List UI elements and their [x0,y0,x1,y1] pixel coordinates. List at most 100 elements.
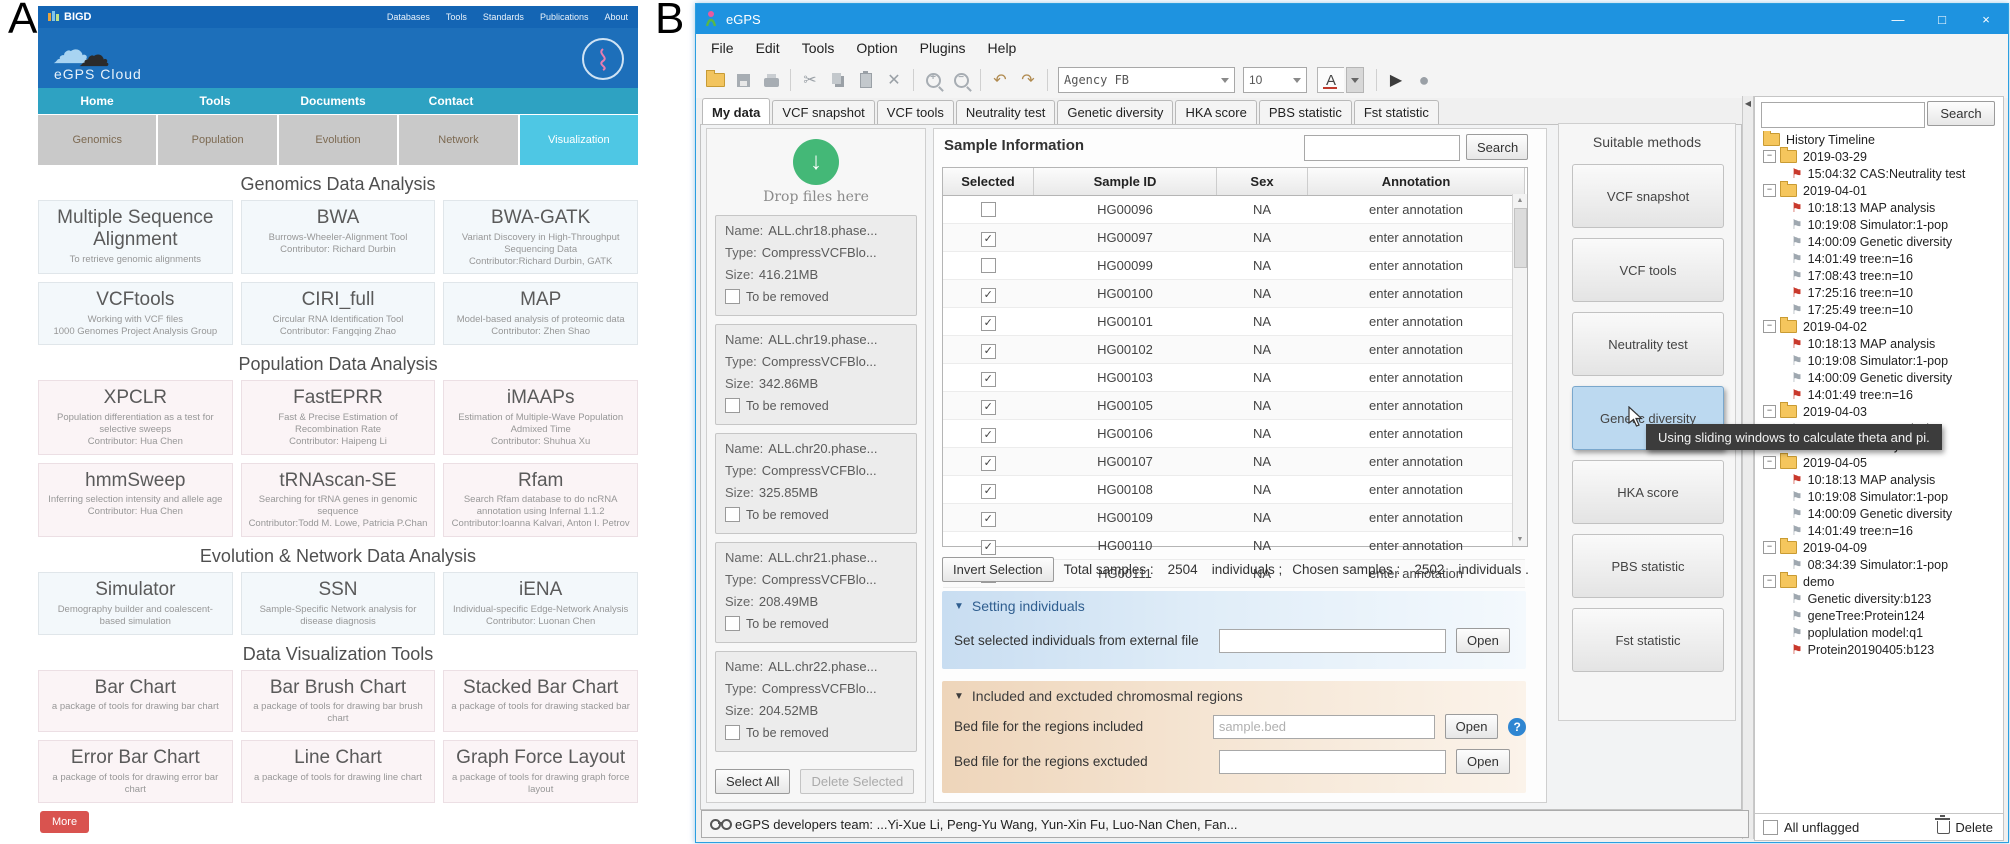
more-button[interactable]: More [40,811,89,833]
tree-root[interactable]: History Timeline [1757,131,2001,148]
font-color-dropdown[interactable] [1346,67,1364,93]
stop-icon[interactable]: ● [1411,67,1437,93]
row-checkbox[interactable]: ✓ [981,428,996,443]
tab-genetic-diversity[interactable]: Genetic diversity [1057,100,1173,125]
delete-selected-button[interactable]: Delete Selected [800,769,914,794]
method-fst-statistic[interactable]: Fst statistic [1572,608,1724,672]
annotation-cell[interactable]: enter annotation [1308,280,1525,308]
collapse-arrow-icon[interactable]: ▼ [954,691,964,702]
external-file-input[interactable] [1219,629,1446,653]
tree-item[interactable]: ⚑15:04:32 CAS:Neutrality test [1757,165,2001,182]
expander-icon[interactable]: − [1763,405,1776,418]
undo-icon[interactable]: ↶ [987,67,1013,93]
tool-card[interactable]: Line Charta package of tools for drawing… [241,740,436,803]
bigd-brand[interactable]: BIGD [48,11,92,23]
tool-card[interactable]: VCFtoolsWorking with VCF files1000 Genom… [38,282,233,345]
tree-item[interactable]: ⚑14:01:49 tree:n=16 [1757,250,2001,267]
tree-item[interactable]: ⚑10:19:08 Simulator:1-pop [1757,488,2001,505]
column-header-annotation[interactable]: Annotation [1308,168,1525,196]
column-header-sex[interactable]: Sex [1217,168,1308,196]
nav-item-tools[interactable]: Tools [156,94,274,108]
expander-icon[interactable]: − [1763,320,1776,333]
tool-card[interactable]: MAPModel-based analysis of proteomic dat… [443,282,638,345]
topbar-menu-item[interactable]: Standards [483,12,524,22]
maximize-button[interactable]: □ [1920,4,1964,34]
font-family-select[interactable]: Agency FB [1058,67,1235,93]
to-be-removed-checkbox[interactable] [725,507,740,522]
tool-card[interactable]: XPCLRPopulation differentiation as a tes… [38,380,233,454]
tool-card[interactable]: Bar Charta package of tools for drawing … [38,670,233,733]
tab-vcf-snapshot[interactable]: VCF snapshot [772,100,874,125]
column-header-sample-id[interactable]: Sample ID [1034,168,1217,196]
to-be-removed-checkbox[interactable] [725,398,740,413]
tool-card[interactable]: tRNAscan-SESearching for tRNA genes in g… [241,463,436,537]
tab-pbs-statistic[interactable]: PBS statistic [1259,100,1352,125]
select-all-button[interactable]: Select All [715,769,790,794]
row-checkbox[interactable]: ✓ [981,400,996,415]
tree-group[interactable]: −2019-04-03 [1757,403,2001,420]
tree-item[interactable]: ⚑08:34:39 Simulator:1-pop [1757,556,2001,573]
tool-card[interactable]: SSNSample-Specific Network analysis for … [241,572,436,635]
tab-neutrality-test[interactable]: Neutrality test [956,100,1055,125]
region-bed-input[interactable] [1219,750,1446,774]
tab-hka-score[interactable]: HKA score [1175,100,1256,125]
tree-item[interactable]: ⚑17:08:43 tree:n=10 [1757,267,2001,284]
sample-search-button[interactable]: Search [1466,134,1528,160]
row-checkbox[interactable]: ✓ [981,512,996,527]
copy-icon[interactable] [825,67,851,93]
tool-card[interactable]: hmmSweepInferring selection intensity an… [38,463,233,537]
scroll-up-icon[interactable]: ▲ [1513,194,1527,207]
redo-icon[interactable]: ↷ [1015,67,1041,93]
annotation-cell[interactable]: enter annotation [1308,364,1525,392]
trash-icon[interactable] [1937,821,1950,834]
row-checkbox[interactable]: ✓ [981,316,996,331]
menu-file[interactable]: File [700,40,745,56]
row-checkbox[interactable] [981,202,996,217]
close-button[interactable]: × [1964,4,2008,34]
tree-item[interactable]: ⚑poplulation model:q1 [1757,624,2001,641]
tree-group[interactable]: −2019-04-05 [1757,454,2001,471]
tree-item[interactable]: ⚑14:00:09 Genetic diversity [1757,369,2001,386]
run-icon[interactable]: ▶ [1383,67,1409,93]
expander-icon[interactable]: − [1763,575,1776,588]
tool-card[interactable]: Graph Force Layouta package of tools for… [443,740,638,803]
scroll-thumb[interactable] [1514,208,1527,268]
tool-card[interactable]: CIRI_fullCircular RNA Identification Too… [241,282,436,345]
scroll-down-icon[interactable]: ▼ [1513,533,1527,546]
nav-item-contact[interactable]: Contact [392,94,510,108]
invert-selection-button[interactable]: Invert Selection [942,557,1054,582]
row-checkbox[interactable] [981,258,996,273]
tab-my-data[interactable]: My data [702,98,770,125]
history-search-button[interactable]: Search [1927,101,1995,126]
topbar-menu-item[interactable]: Tools [446,12,467,22]
to-be-removed-checkbox[interactable] [725,725,740,740]
expander-icon[interactable]: − [1763,184,1776,197]
region-bed-input[interactable] [1213,715,1435,739]
row-checkbox[interactable]: ✓ [981,484,996,499]
menu-tools[interactable]: Tools [791,40,846,56]
tab-population[interactable]: Population [158,115,276,165]
tool-card[interactable]: Multiple Sequence AlignmentTo retrieve g… [38,200,233,274]
save-icon[interactable] [730,67,756,93]
zoom-in-icon[interactable]: + [920,67,946,93]
zoom-out-icon[interactable]: − [948,67,974,93]
row-checkbox[interactable]: ✓ [981,456,996,471]
row-checkbox[interactable]: ✓ [981,344,996,359]
annotation-cell[interactable]: enter annotation [1308,224,1525,252]
panel-splitter[interactable]: ◀ [1742,96,1754,839]
annotation-cell[interactable]: enter annotation [1308,308,1525,336]
row-checkbox[interactable]: ✓ [981,288,996,303]
topbar-menu-item[interactable]: About [604,12,628,22]
tree-item[interactable]: ⚑17:25:16 tree:n=10 [1757,284,2001,301]
tool-card[interactable]: iMAAPsEstimation of Multiple-Wave Popula… [443,380,638,454]
history-search-input[interactable] [1761,102,1925,128]
column-header-selected[interactable]: Selected [943,168,1034,196]
tree-item[interactable]: ⚑geneTree:Protein124 [1757,607,2001,624]
method-vcf-tools[interactable]: VCF tools [1572,238,1724,302]
tree-item[interactable]: ⚑14:00:09 Genetic diversity [1757,505,2001,522]
tree-group[interactable]: −2019-03-29 [1757,148,2001,165]
tool-card[interactable]: SimulatorDemography builder and coalesce… [38,572,233,635]
method-neutrality-test[interactable]: Neutrality test [1572,312,1724,376]
to-be-removed-checkbox[interactable] [725,289,740,304]
nav-item-documents[interactable]: Documents [274,94,392,108]
